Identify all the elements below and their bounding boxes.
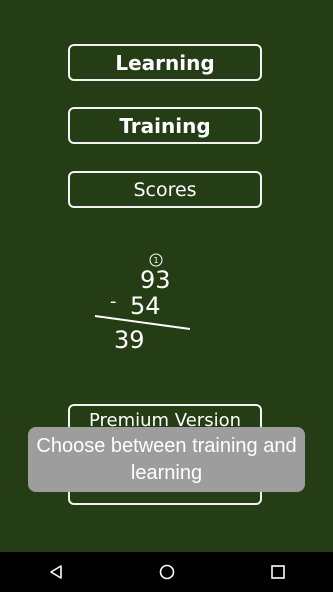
recents-square-icon <box>270 565 285 579</box>
training-button-label: Training <box>119 113 211 138</box>
toast-text: Choose between training and learning <box>36 434 297 484</box>
recents-button[interactable] <box>258 552 298 592</box>
learning-button-label: Learning <box>115 50 215 75</box>
operator-sign: - <box>110 291 117 312</box>
carry-digit: 1 <box>153 256 158 265</box>
system-navigation-bar <box>0 552 333 592</box>
toast-message: Choose between training and learning <box>28 427 305 492</box>
learning-button[interactable]: Learning <box>68 44 262 81</box>
result-number: 39 <box>114 326 145 354</box>
scores-button[interactable]: Scores <box>68 171 262 208</box>
top-number: 93 <box>140 266 171 294</box>
back-triangle-icon <box>49 565 62 579</box>
subtraction-illustration: 1 93 - 54 39 <box>94 253 191 354</box>
training-button[interactable]: Training <box>68 107 262 144</box>
bottom-number: 54 <box>130 292 161 320</box>
home-circle-icon <box>159 564 174 580</box>
home-button[interactable] <box>147 552 187 592</box>
scores-button-label: Scores <box>133 178 197 201</box>
back-button[interactable] <box>36 552 76 592</box>
